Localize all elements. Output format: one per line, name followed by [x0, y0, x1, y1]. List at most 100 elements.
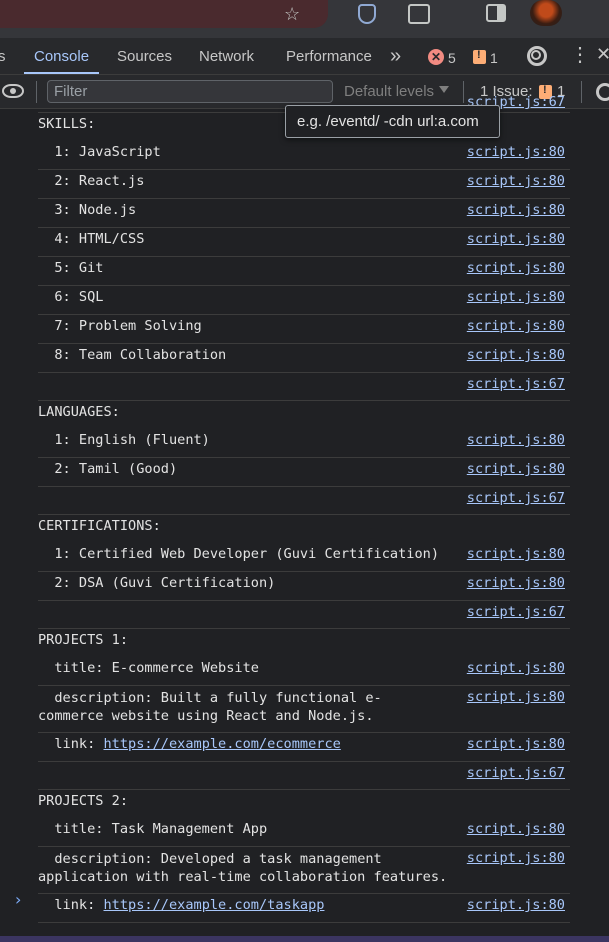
- source-link[interactable]: script.js:67: [467, 490, 565, 506]
- chevron-down-icon[interactable]: [439, 86, 449, 93]
- console-message-row: PROJECTS 1:: [38, 629, 570, 657]
- error-count[interactable]: 5: [448, 50, 456, 66]
- browser-toolbar: ☆: [0, 0, 609, 38]
- console-message-row: LANGUAGES:: [38, 401, 570, 429]
- toolbar-divider: [581, 81, 582, 103]
- source-link[interactable]: script.js:80: [467, 318, 565, 334]
- console-message-row: link: https://example.com/taskapp script.…: [38, 894, 570, 923]
- source-link[interactable]: script.js:80: [467, 850, 565, 866]
- console-message-row: 5: Git script.js:80: [38, 257, 570, 286]
- console-message-row: 4: HTML/CSS script.js:80: [38, 228, 570, 257]
- source-link[interactable]: script.js:80: [467, 432, 565, 448]
- console-message-row: script.js:67: [38, 601, 570, 629]
- source-link[interactable]: script.js:80: [467, 231, 565, 247]
- console-message-row: title: Task Management App script.js:80: [38, 818, 570, 847]
- console-message-text: PROJECTS 1:: [38, 632, 129, 648]
- console-message-row: description: Built a fully functional e-…: [38, 686, 570, 733]
- live-expression-eye-icon[interactable]: [2, 84, 24, 98]
- taskbar-edge: [0, 936, 609, 942]
- source-link[interactable]: script.js:80: [467, 173, 565, 189]
- console-message-text: 3: Node.js: [38, 202, 137, 218]
- message-url-link[interactable]: https://example.com/taskapp: [103, 897, 324, 913]
- console-message-text: 5: Git: [38, 260, 104, 276]
- console-message-text: 1: Certified Web Developer (Guvi Certifi…: [38, 546, 440, 562]
- source-link[interactable]: script.js:80: [467, 202, 565, 218]
- console-message-text: 2: DSA (Guvi Certification): [38, 575, 276, 591]
- toolbar-divider: [36, 81, 37, 103]
- console-message-row: 2: React.js script.js:80: [38, 170, 570, 199]
- source-link[interactable]: script.js:80: [467, 144, 565, 160]
- source-link[interactable]: script.js:80: [467, 546, 565, 562]
- source-link[interactable]: script.js:80: [467, 461, 565, 477]
- console-message-text: 7: Problem Solving: [38, 318, 202, 334]
- more-tabs-icon[interactable]: »: [390, 38, 401, 74]
- warning-count[interactable]: 1: [490, 50, 498, 66]
- console-message-text: description: Built a fully functional e-…: [38, 690, 382, 724]
- console-message-row: link: https://example.com/ecommerce scrip…: [38, 733, 570, 762]
- console-message-row: script.js:67: [38, 487, 570, 515]
- console-message-row: 7: Problem Solving script.js:80: [38, 315, 570, 344]
- console-message-text: 4: HTML/CSS: [38, 231, 145, 247]
- source-link[interactable]: script.js:67: [467, 376, 565, 392]
- console-message-text: PROJECTS 2:: [38, 793, 129, 809]
- console-message-text: 6: SQL: [38, 289, 104, 305]
- console-message-text: link: https://example.com/taskapp: [38, 897, 325, 913]
- source-link[interactable]: script.js:80: [467, 897, 565, 913]
- source-link[interactable]: script.js:67: [467, 604, 565, 620]
- source-link[interactable]: script.js:80: [467, 689, 565, 705]
- console-message-row: CERTIFICATIONS:: [38, 515, 570, 543]
- bookmark-star-icon[interactable]: ☆: [284, 4, 300, 25]
- console-message-row: title: E-commerce Website script.js:80: [38, 657, 570, 686]
- console-message-text: LANGUAGES:: [38, 404, 120, 420]
- console-output[interactable]: script.js:67 SKILLS: 1: JavaScript script.…: [0, 94, 609, 936]
- console-message-text: title: E-commerce Website: [38, 660, 259, 676]
- source-link[interactable]: script.js:80: [467, 736, 565, 752]
- source-link[interactable]: script.js:80: [467, 289, 565, 305]
- tab-performance[interactable]: Performance: [286, 38, 372, 74]
- console-message-row: 1: Certified Web Developer (Guvi Certifi…: [38, 543, 570, 572]
- console-message-row: 2: Tamil (Good) script.js:80: [38, 458, 570, 487]
- console-message-text: 1: English (Fluent): [38, 432, 210, 448]
- console-message-row: 6: SQL script.js:80: [38, 286, 570, 315]
- console-message-row: 3: Node.js script.js:80: [38, 199, 570, 228]
- filter-tooltip: e.g. /eventd/ -cdn url:a.com: [285, 105, 500, 138]
- extensions-puzzle-icon[interactable]: [408, 4, 430, 24]
- tab-network[interactable]: Network: [199, 38, 254, 74]
- source-link[interactable]: script.js:80: [467, 575, 565, 591]
- console-message-text: SKILLS:: [38, 116, 96, 132]
- tab-console[interactable]: Console: [24, 38, 100, 74]
- console-message-row: description: Developed a task management…: [38, 847, 570, 894]
- console-message-text: 2: React.js: [38, 173, 145, 189]
- console-message-text: description: Developed a task management…: [38, 851, 448, 885]
- warning-badge-icon[interactable]: [473, 49, 486, 64]
- source-link[interactable]: script.js:80: [467, 347, 565, 363]
- source-link[interactable]: script.js:80: [467, 660, 565, 676]
- console-message-text: 1: JavaScript: [38, 144, 161, 160]
- console-message-row: PROJECTS 2:: [38, 790, 570, 818]
- console-message-row: script.js:67: [38, 762, 570, 790]
- extension-shield-icon[interactable]: [358, 4, 376, 24]
- console-message-text: 8: Team Collaboration: [38, 347, 227, 363]
- tab-sources[interactable]: Sources: [117, 38, 172, 74]
- console-message-row: script.js:67: [38, 373, 570, 401]
- error-badge-icon[interactable]: ✕: [428, 49, 444, 65]
- side-panel-icon[interactable]: [486, 4, 506, 22]
- console-message-text: 2: Tamil (Good): [38, 461, 178, 477]
- profile-avatar[interactable]: [530, 0, 562, 26]
- console-message-row: 1: English (Fluent) script.js:80: [38, 429, 570, 458]
- devtools-tab-bar: s Console Sources Network Performance » …: [0, 38, 609, 75]
- console-prompt-chevron-icon[interactable]: ›: [15, 890, 21, 909]
- source-link[interactable]: script.js:67: [467, 765, 565, 781]
- message-url-link[interactable]: https://example.com/ecommerce: [103, 736, 340, 752]
- browser-tab-strip: [0, 0, 328, 28]
- close-icon[interactable]: ✕: [596, 44, 609, 65]
- console-settings-gear-icon[interactable]: [596, 83, 609, 101]
- console-message-text: link: https://example.com/ecommerce: [38, 736, 341, 752]
- settings-gear-icon[interactable]: [527, 46, 547, 66]
- source-link[interactable]: script.js:80: [467, 260, 565, 276]
- console-message-text: title: Task Management App: [38, 821, 268, 837]
- source-link[interactable]: script.js:80: [467, 821, 565, 837]
- console-message-row: 2: DSA (Guvi Certification) script.js:80: [38, 572, 570, 601]
- kebab-menu-icon[interactable]: ⋮: [570, 44, 590, 66]
- tab-elements-partial[interactable]: s: [0, 38, 6, 74]
